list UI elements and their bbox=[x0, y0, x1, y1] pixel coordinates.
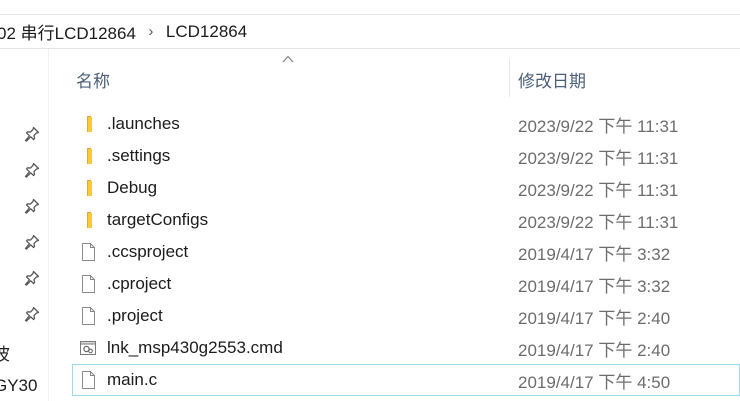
file-date: 2023/9/22 下午 11:31 bbox=[518, 180, 679, 200]
file-date: 2023/9/22 下午 11:31 bbox=[518, 148, 679, 168]
pin-icon[interactable] bbox=[24, 306, 40, 322]
pin-icon[interactable] bbox=[24, 270, 40, 286]
blank-file-icon bbox=[82, 275, 95, 293]
file-name: main.c bbox=[107, 370, 158, 389]
breadcrumb-item-current[interactable]: LCD12864 bbox=[166, 22, 247, 42]
file-name: Debug bbox=[107, 178, 158, 197]
file-name: .cproject bbox=[107, 274, 172, 293]
file-row-folder[interactable]: .settings 2023/9/22 下午 11:31 bbox=[72, 140, 740, 172]
column-divider[interactable] bbox=[509, 59, 510, 97]
nav-item-partial[interactable]: GY30 bbox=[0, 376, 37, 396]
pin-icon[interactable] bbox=[24, 234, 40, 250]
file-date: 2023/9/22 下午 11:31 bbox=[518, 212, 679, 232]
file-date: 2019/4/17 下午 3:32 bbox=[518, 244, 671, 264]
column-header-row: 名称 修改日期 bbox=[49, 49, 740, 105]
file-list: .launches 2023/9/22 下午 11:31 .settings 2… bbox=[72, 108, 740, 396]
file-row[interactable]: .ccsproject 2019/4/17 下午 3:32 bbox=[72, 236, 740, 268]
file-name: .settings bbox=[107, 146, 171, 165]
folder-icon bbox=[87, 148, 92, 164]
file-row-selected[interactable]: main.c 2019/4/17 下午 4:50 bbox=[72, 364, 740, 396]
chevron-right-icon[interactable]: › bbox=[136, 23, 166, 40]
pin-icon[interactable] bbox=[24, 162, 40, 178]
settings-file-icon bbox=[80, 341, 96, 355]
folder-icon bbox=[87, 180, 92, 196]
file-name: .ccsproject bbox=[107, 242, 189, 261]
file-name: .launches bbox=[107, 114, 180, 133]
file-row-folder[interactable]: .launches 2023/9/22 下午 11:31 bbox=[72, 108, 740, 140]
column-header-date-modified[interactable]: 修改日期 bbox=[518, 67, 586, 92]
file-date: 2019/4/17 下午 2:40 bbox=[518, 340, 671, 360]
file-row[interactable]: .cproject 2019/4/17 下午 3:32 bbox=[72, 268, 740, 300]
pin-icon[interactable] bbox=[24, 198, 40, 214]
file-row-folder[interactable]: Debug 2023/9/22 下午 11:31 bbox=[72, 172, 740, 204]
folder-icon bbox=[87, 212, 92, 228]
blank-file-icon bbox=[82, 307, 95, 325]
blank-file-icon bbox=[82, 243, 95, 261]
file-explorer-window: 02 串行LCD12864 › LCD12864 波 GY30 名称 修改日期 … bbox=[0, 0, 740, 401]
navigation-pane: 波 GY30 bbox=[0, 49, 49, 401]
column-header-name[interactable]: 名称 bbox=[76, 67, 110, 92]
pin-icon[interactable] bbox=[24, 126, 40, 142]
file-name: lnk_msp430g2553.cmd bbox=[107, 338, 283, 357]
folder-icon bbox=[87, 116, 92, 132]
file-row-folder[interactable]: targetConfigs 2023/9/22 下午 11:31 bbox=[72, 204, 740, 236]
file-name: targetConfigs bbox=[107, 210, 209, 229]
toolbar-strip bbox=[0, 0, 740, 15]
nav-item-partial[interactable]: 波 bbox=[0, 340, 10, 365]
file-row[interactable]: lnk_msp430g2553.cmd 2019/4/17 下午 2:40 bbox=[72, 332, 740, 364]
file-row[interactable]: .project 2019/4/17 下午 2:40 bbox=[72, 300, 740, 332]
sort-ascending-icon bbox=[282, 55, 294, 63]
file-date: 2023/9/22 下午 11:31 bbox=[518, 116, 679, 136]
file-date: 2019/4/17 下午 4:50 bbox=[518, 372, 671, 392]
file-name: .project bbox=[107, 306, 163, 325]
blank-file-icon bbox=[82, 371, 95, 389]
file-date: 2019/4/17 下午 3:32 bbox=[518, 276, 671, 296]
breadcrumb[interactable]: 02 串行LCD12864 › LCD12864 bbox=[0, 15, 740, 49]
file-date: 2019/4/17 下午 2:40 bbox=[518, 308, 671, 328]
breadcrumb-item-parent[interactable]: 02 串行LCD12864 bbox=[0, 19, 136, 44]
